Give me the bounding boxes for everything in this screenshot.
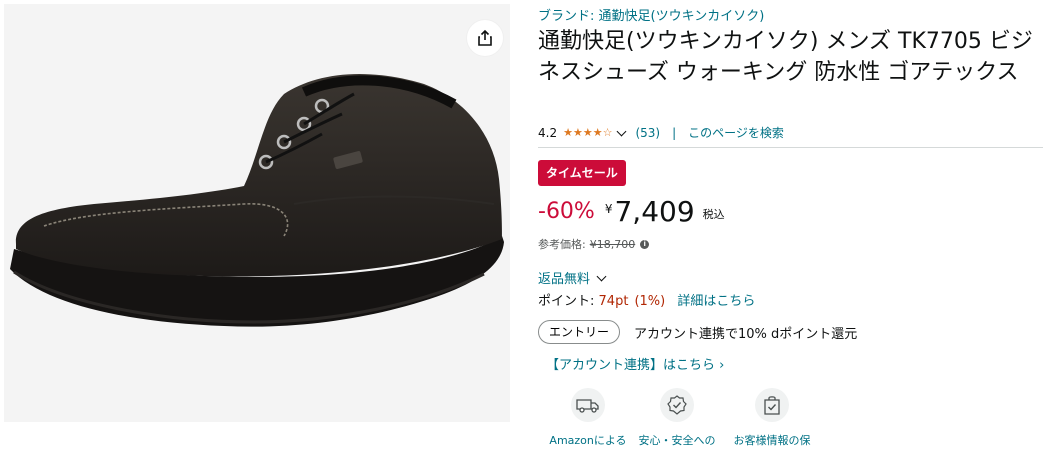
feature-icons: Amazonによる 安心・安全への お客様情報の保 [538, 388, 838, 452]
free-returns-label: 返品無料 [538, 272, 591, 287]
feature-delivery-label: Amazonによる [549, 434, 627, 447]
reference-price-label: 参考価格: [538, 238, 586, 251]
chevron-down-icon [596, 271, 607, 281]
feature-safety[interactable]: 安心・安全への [627, 388, 727, 448]
free-returns-toggle[interactable]: 返品無料 [538, 268, 615, 287]
tax-label: 税込 [702, 208, 725, 221]
entry-text: アカウント連携で10% dポイント還元 [634, 326, 858, 342]
price: 7,409 [614, 195, 695, 228]
deal-badge: タイムセール [538, 160, 626, 186]
product-image[interactable] [4, 4, 510, 422]
chevron-down-icon[interactable] [617, 126, 627, 136]
reference-price: 参考価格: ¥18,700 i [538, 236, 650, 252]
feature-safety-label: 安心・安全への [638, 434, 716, 447]
info-icon[interactable]: i [640, 239, 650, 249]
shield-check-icon [660, 388, 694, 422]
search-page-link[interactable]: このページを検索 [688, 124, 784, 141]
feature-privacy[interactable]: お客様情報の保 [722, 388, 822, 448]
star-full-icon: ★ [582, 125, 593, 139]
rating-value: 4.2 [538, 125, 558, 140]
points-row: ポイント: 74pt (1%) 詳細はこちら [538, 290, 755, 309]
star-full-icon: ★ [572, 125, 583, 139]
separator: | [672, 125, 677, 140]
reference-price-value: ¥18,700 [589, 237, 636, 251]
brand-link[interactable]: ブランド: 通勤快足(ツウキンカイソク) [538, 5, 764, 24]
rating-row: 4.2 ★ ★ ★ ★ ☆ (53) | このページを検索 [538, 124, 784, 141]
currency-symbol: ¥ [604, 202, 613, 216]
feature-privacy-label: お客様情報の保 [733, 434, 811, 447]
product-title: 通勤快足(ツウキンカイソク) メンズ TK7705 ビジネスシューズ ウォーキン… [538, 29, 1033, 85]
points-detail-link[interactable]: 詳細はこちら [677, 294, 755, 309]
points-value: 74pt [598, 294, 629, 309]
star-full-icon: ★ [592, 125, 603, 139]
points-percent: (1%) [634, 294, 666, 309]
entry-button[interactable]: エントリー [538, 320, 621, 344]
account-link[interactable]: 【アカウント連携】はこちら › [546, 354, 724, 373]
product-image-panel[interactable] [4, 4, 510, 422]
entry-row: エントリー アカウント連携で10% dポイント還元 [538, 320, 857, 344]
share-button[interactable] [467, 20, 503, 56]
price-row: -60% ¥ 7,409 税込 [538, 196, 725, 228]
divider [538, 147, 1043, 148]
discount-percent: -60% [538, 199, 595, 224]
rating-count-link[interactable]: (53) [635, 126, 660, 140]
star-empty-icon: ☆ [602, 125, 613, 139]
secure-bag-icon [755, 388, 789, 422]
star-full-icon: ★ [563, 125, 573, 139]
star-rating-icon[interactable]: ★ ★ ★ ★ ☆ [563, 125, 613, 139]
share-icon [478, 29, 492, 46]
delivery-van-icon [571, 388, 605, 422]
feature-delivery[interactable]: Amazonによる [538, 388, 638, 448]
points-label: ポイント: [538, 294, 595, 309]
